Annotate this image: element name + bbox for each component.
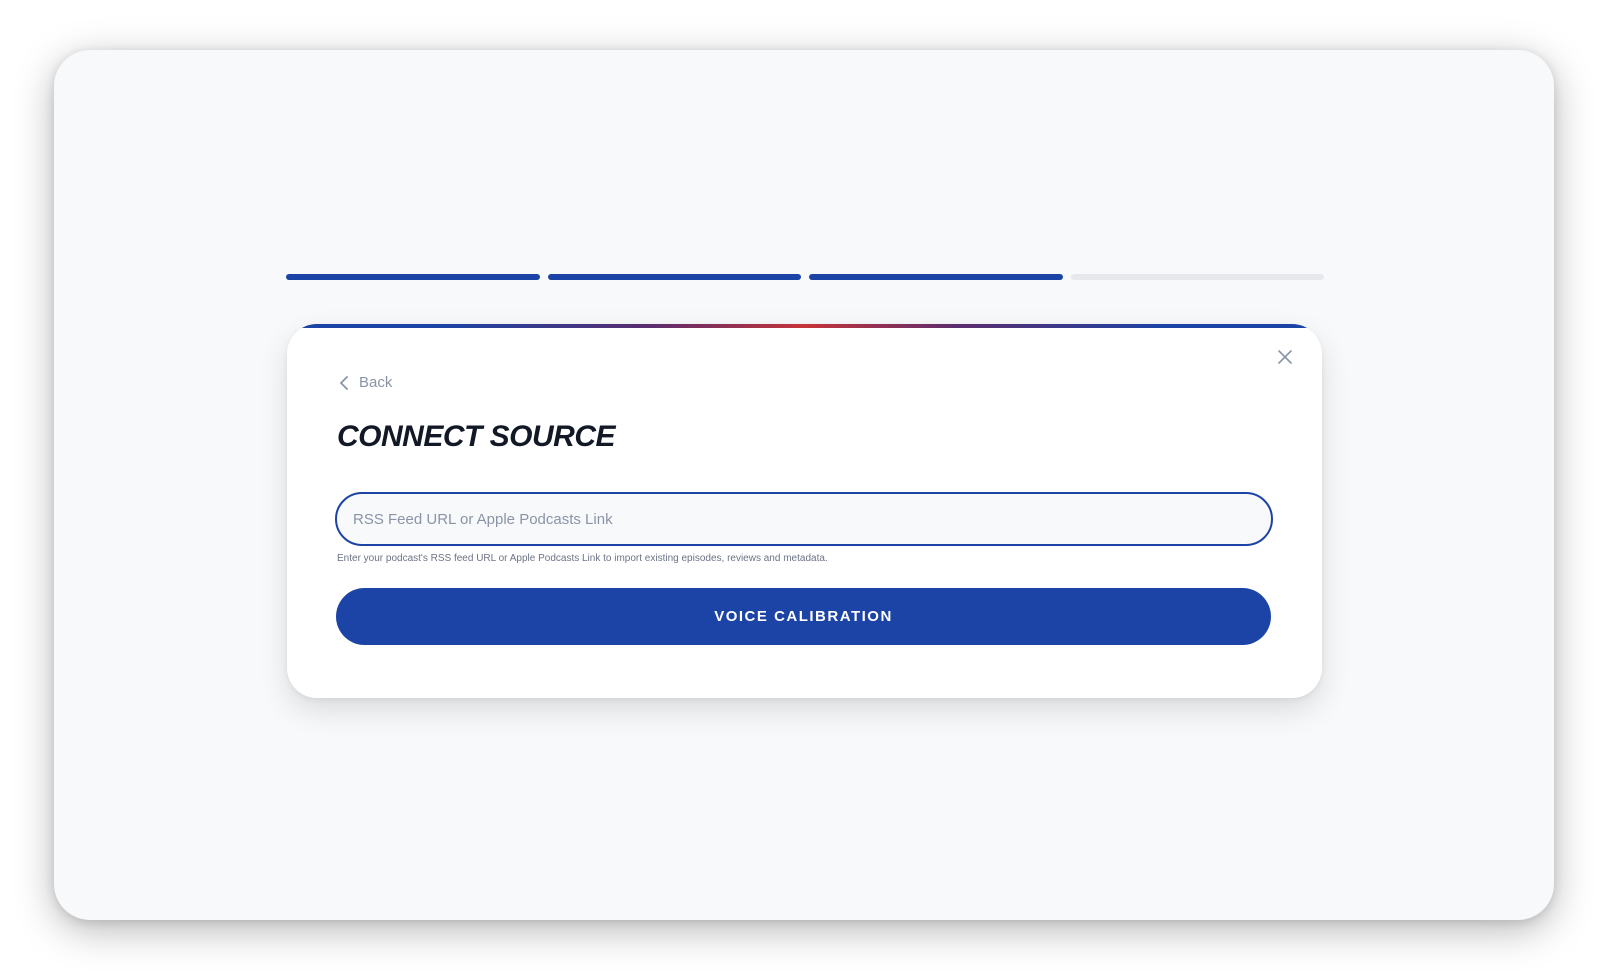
modal-accent-bar: [287, 324, 1322, 328]
back-label: Back: [359, 374, 393, 391]
close-icon: [1278, 350, 1292, 364]
close-button[interactable]: [1274, 346, 1296, 368]
page-title: CONNECT SOURCE: [337, 420, 616, 453]
progress-step-2: [547, 274, 801, 280]
chevron-left-icon: [340, 375, 348, 390]
connect-source-modal: Back CONNECT SOURCE Enter your podcast's…: [287, 324, 1322, 698]
back-button[interactable]: Back: [339, 374, 392, 391]
voice-calibration-button[interactable]: VOICE CALIBRATION: [336, 588, 1271, 645]
app-window: Back CONNECT SOURCE Enter your podcast's…: [54, 50, 1554, 920]
progress-step-4: [1070, 274, 1324, 280]
rss-url-input[interactable]: [335, 492, 1273, 546]
url-field: [335, 492, 1273, 546]
progress-step-3: [809, 274, 1063, 280]
progress-stepper: [286, 274, 1324, 280]
progress-step-1: [286, 274, 540, 280]
helper-text: Enter your podcast's RSS feed URL or App…: [337, 553, 828, 564]
